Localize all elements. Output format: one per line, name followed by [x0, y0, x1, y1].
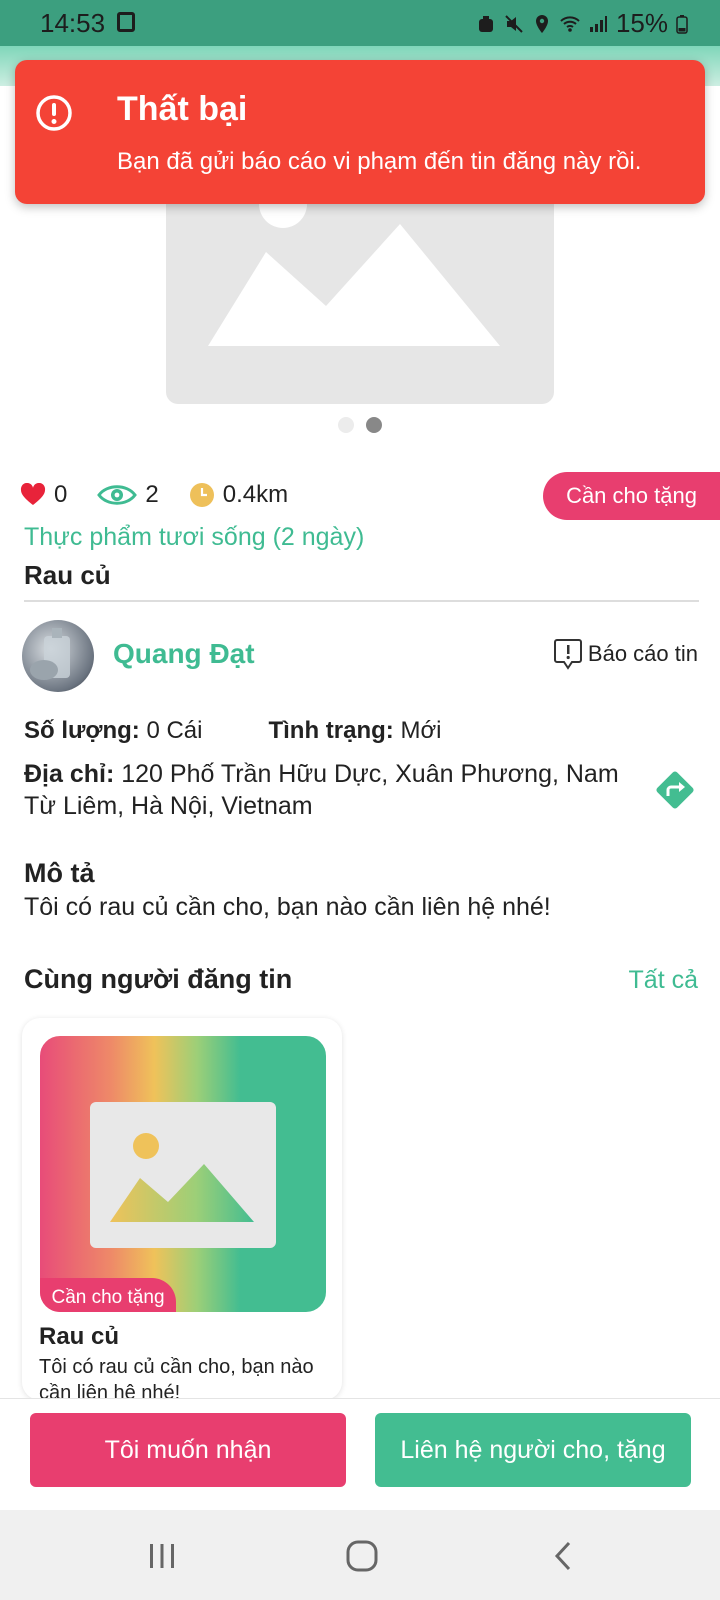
description-text: Tôi có rau củ cần cho, bạn nào cần liên …	[24, 893, 551, 921]
eye-icon	[97, 485, 138, 505]
carousel-dot[interactable]	[338, 417, 354, 433]
status-icons: 15%	[476, 8, 688, 39]
views-count: 2	[145, 481, 159, 508]
avatar-photo-icon	[30, 628, 70, 680]
location-icon	[535, 14, 548, 33]
condition-value: Mới	[400, 717, 442, 744]
toast-message: Bạn đã gửi báo cáo vi phạm đến tin đăng …	[117, 148, 642, 175]
views-stat: 2	[97, 481, 159, 509]
author-avatar[interactable]	[22, 620, 94, 692]
error-toast[interactable]: Thất bại Bạn đã gửi báo cáo vi phạm đến …	[15, 60, 705, 204]
divider	[24, 600, 699, 602]
likes-stat[interactable]: 0	[20, 481, 67, 509]
back-icon[interactable]	[546, 1538, 582, 1574]
address-info: Địa chỉ: 120 Phố Trần Hữu Dực, Xuân Phươ…	[24, 758, 634, 822]
status-bar: 14:53 15%	[0, 0, 720, 46]
toast-title: Thất bại	[117, 90, 248, 128]
quantity-info: Số lượng: 0 Cái	[24, 717, 202, 745]
post-type-badge: Cần cho tặng	[543, 472, 720, 520]
wifi-icon	[560, 15, 580, 32]
quantity-value: 0 Cái	[146, 717, 203, 744]
carousel-dot-active[interactable]	[366, 417, 382, 433]
address-value: 120 Phố Trần Hữu Dực, Xuân Phương, Nam T…	[24, 760, 619, 820]
report-label: Báo cáo tin	[587, 641, 698, 666]
related-post-card[interactable]: Cần cho tặng Rau củ Tôi có rau củ cần ch…	[22, 1018, 342, 1400]
contact-giver-button[interactable]: Liên hệ người cho, tặng	[375, 1413, 691, 1487]
condition-info: Tình trạng: Mới	[268, 717, 441, 745]
quantity-label: Số lượng:	[24, 717, 140, 744]
post-title: Rau củ	[24, 560, 111, 590]
related-post-badge: Cần cho tặng	[40, 1278, 176, 1312]
see-all-link[interactable]: Tất cả	[629, 966, 698, 995]
distance-value: 0.4km	[222, 481, 289, 508]
alert-circle-icon	[36, 95, 72, 131]
directions-icon[interactable]	[653, 768, 697, 812]
image-placeholder-icon	[110, 1133, 254, 1222]
related-post-description: Tôi có rau củ cần cho, bạn nào cần liên …	[39, 1356, 314, 1400]
signal-icon	[589, 15, 607, 32]
receive-button[interactable]: Tôi muốn nhận	[30, 1413, 346, 1487]
condition-label: Tình trạng:	[268, 717, 394, 744]
recycle-icon	[478, 15, 493, 32]
distance-stat: 0.4km	[189, 481, 288, 509]
post-stats: 0 2 0.4km	[20, 481, 318, 509]
related-post-image: Cần cho tặng	[38, 1034, 328, 1314]
report-icon	[553, 639, 582, 670]
author-name[interactable]: Quang Đạt	[113, 638, 255, 670]
system-nav-bar	[0, 1510, 720, 1600]
related-post-title: Rau củ	[39, 1323, 120, 1350]
screenshot-notification-icon	[117, 12, 135, 32]
carousel-indicator	[338, 417, 382, 433]
same-poster-heading: Cùng người đăng tin	[24, 964, 293, 994]
clock-icon	[189, 483, 214, 507]
battery-percent: 15%	[615, 8, 668, 38]
post-category: Thực phẩm tươi sống (2 ngày)	[24, 523, 365, 551]
mute-icon	[505, 14, 523, 33]
report-post-button[interactable]: Báo cáo tin	[553, 638, 698, 670]
home-icon[interactable]	[344, 1538, 380, 1574]
battery-icon	[676, 14, 688, 34]
likes-count: 0	[54, 481, 68, 508]
heart-icon	[20, 483, 46, 505]
post-info-row: Số lượng: 0 Cái Tình trạng: Mới	[24, 717, 508, 745]
card-image-placeholder	[90, 1102, 276, 1248]
recent-apps-icon[interactable]	[144, 1538, 180, 1574]
address-label: Địa chỉ:	[24, 760, 115, 788]
status-time: 14:53	[40, 8, 106, 38]
bottom-action-bar: Tôi muốn nhận Liên hệ người cho, tặng	[0, 1398, 720, 1510]
description-heading: Mô tả	[24, 858, 95, 888]
